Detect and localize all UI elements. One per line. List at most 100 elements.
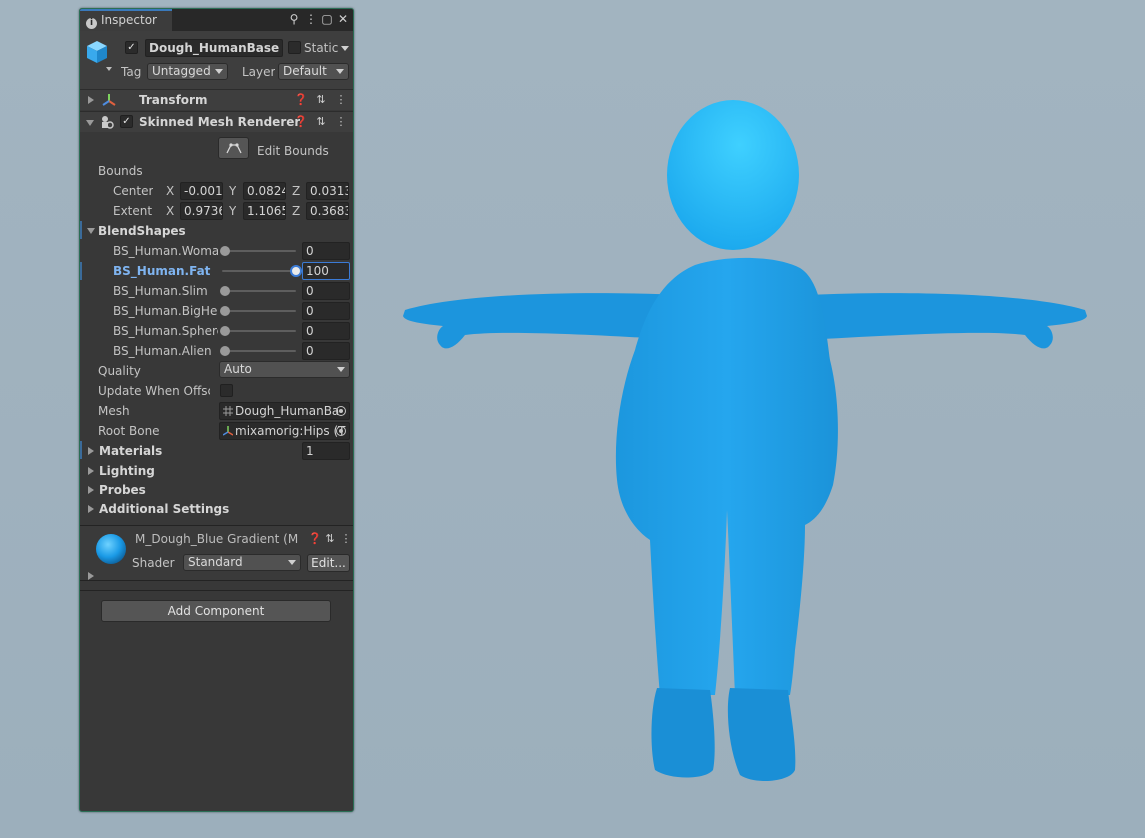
preset-settings-icon[interactable]: ⇅ xyxy=(324,533,336,545)
blendshape-label: BS_Human.Fat xyxy=(113,264,211,278)
layer-dropdown[interactable]: Default xyxy=(278,63,349,80)
bounds-label: Bounds xyxy=(98,164,143,178)
material-sphere-icon[interactable] xyxy=(95,533,127,565)
root-bone-value: mixamorig:Hips (T xyxy=(235,424,346,438)
add-component-button[interactable]: Add Component xyxy=(101,600,331,622)
mesh-icon xyxy=(223,406,233,416)
center-y-field[interactable]: 0.0824 xyxy=(243,182,286,200)
shader-edit-button[interactable]: Edit... xyxy=(307,554,350,572)
blendshape-slider-thumb[interactable] xyxy=(290,265,302,277)
blendshape-value-field[interactable]: 0 xyxy=(302,342,350,360)
blendshape-slider-thumb[interactable] xyxy=(220,286,230,296)
blendshape-slider-track[interactable] xyxy=(222,310,296,312)
blendshape-value-field[interactable]: 0 xyxy=(302,302,350,320)
skinned-mesh-renderer-header[interactable]: ✓ Skinned Mesh Renderer ❓ ⇅ ⋮ xyxy=(80,111,353,132)
modified-indicator xyxy=(80,441,82,459)
edit-bounds-label[interactable]: Edit Bounds xyxy=(257,143,329,159)
close-icon[interactable]: ✕ xyxy=(336,12,350,26)
smr-foldout-arrow[interactable] xyxy=(86,120,94,126)
blendshape-slider-thumb[interactable] xyxy=(220,306,230,316)
extent-y-label[interactable]: Y xyxy=(229,203,236,219)
inspector-tab-bar: i Inspector ⚲ ⋮ ▢ ✕ xyxy=(80,9,353,31)
quality-dropdown[interactable]: Auto xyxy=(219,361,350,378)
blendshape-slider-thumb[interactable] xyxy=(220,326,230,336)
blendshapes-label[interactable]: BlendShapes xyxy=(98,223,186,239)
lighting-foldout-arrow[interactable] xyxy=(88,467,94,475)
extent-x-field[interactable]: 0.9736 xyxy=(180,202,223,220)
component-menu-icon[interactable]: ⋮ xyxy=(335,116,347,128)
extent-y-field[interactable]: 1.1065 xyxy=(243,202,286,220)
blendshape-value-field[interactable]: 0 xyxy=(302,242,350,260)
object-name-input[interactable]: Dough_HumanBase xyxy=(145,39,283,57)
static-label[interactable]: Static xyxy=(304,40,338,56)
update-offscreen-label: Update When Offscre xyxy=(98,384,210,398)
update-offscreen-checkbox[interactable] xyxy=(220,384,233,397)
additional-settings-label[interactable]: Additional Settings xyxy=(99,501,229,517)
quality-label: Quality xyxy=(98,364,141,378)
blendshape-slider-track[interactable] xyxy=(222,330,296,332)
quality-value: Auto xyxy=(224,362,252,376)
extent-z-field[interactable]: 0.3683 xyxy=(306,202,349,220)
center-x-field[interactable]: -0.001 xyxy=(180,182,223,200)
blendshape-value-field[interactable]: 0 xyxy=(302,282,350,300)
extent-x-label[interactable]: X xyxy=(166,203,174,219)
blendshapes-foldout-arrow[interactable] xyxy=(87,228,95,234)
help-icon[interactable]: ❓ xyxy=(294,94,308,106)
preset-settings-icon[interactable]: ⇅ xyxy=(315,94,327,106)
active-checkbox[interactable]: ✓ xyxy=(125,41,138,54)
material-header: M_Dough_Blue Gradient (M ❓ ⇅ ⋮ Shader St… xyxy=(80,526,353,580)
blendshape-label: BS_Human.BigHea xyxy=(113,304,218,318)
blendshape-label: BS_Human.Slim xyxy=(113,284,208,298)
mesh-value: Dough_HumanBa xyxy=(235,404,340,418)
blendshape-slider-thumb[interactable] xyxy=(220,346,230,356)
blendshape-slider-track[interactable] xyxy=(222,350,296,352)
lock-icon[interactable]: ⚲ xyxy=(287,12,301,26)
blendshape-value-field[interactable]: 100 xyxy=(302,262,350,280)
center-z-label[interactable]: Z xyxy=(292,183,300,199)
blendshape-slider-track[interactable] xyxy=(222,270,296,272)
object-picker-icon[interactable] xyxy=(336,426,346,436)
blendshape-slider-track[interactable] xyxy=(222,250,296,252)
material-foldout-arrow[interactable] xyxy=(88,572,94,580)
blendshape-value-field[interactable]: 0 xyxy=(302,322,350,340)
icon-dropdown-arrow[interactable] xyxy=(106,67,112,71)
shader-dropdown[interactable]: Standard xyxy=(183,554,301,571)
component-menu-icon[interactable]: ⋮ xyxy=(335,94,347,106)
materials-label[interactable]: Materials xyxy=(99,443,162,459)
blendshape-label: BS_Human.Sphere xyxy=(113,324,218,338)
tab-inspector[interactable]: i Inspector xyxy=(80,9,172,31)
mesh-object-field[interactable]: Dough_HumanBa xyxy=(219,402,350,420)
blendshape-slider-track[interactable] xyxy=(222,290,296,292)
object-picker-icon[interactable] xyxy=(336,406,346,416)
center-y-label[interactable]: Y xyxy=(229,183,236,199)
gameobject-cube-icon[interactable] xyxy=(86,40,108,64)
materials-foldout-arrow[interactable] xyxy=(88,447,94,455)
lighting-label[interactable]: Lighting xyxy=(99,463,155,479)
additional-settings-foldout-arrow[interactable] xyxy=(88,505,94,513)
static-checkbox[interactable] xyxy=(288,41,301,54)
root-bone-object-field[interactable]: mixamorig:Hips (T xyxy=(219,422,350,440)
maximize-icon[interactable]: ▢ xyxy=(320,12,334,26)
layer-label: Layer xyxy=(242,65,276,79)
transform-foldout-arrow[interactable] xyxy=(88,96,94,104)
skinned-mesh-renderer-icon xyxy=(102,116,114,129)
transform-component-header[interactable]: Transform ❓ ⇅ ⋮ xyxy=(80,89,353,110)
tag-dropdown[interactable]: Untagged xyxy=(147,63,228,80)
probes-foldout-arrow[interactable] xyxy=(88,486,94,494)
transform-icon xyxy=(102,94,116,106)
edit-bounds-button[interactable] xyxy=(218,137,249,159)
center-z-field[interactable]: 0.0313 xyxy=(306,182,349,200)
smr-enabled-checkbox[interactable]: ✓ xyxy=(120,115,133,128)
extent-z-label[interactable]: Z xyxy=(292,203,300,219)
probes-label[interactable]: Probes xyxy=(99,482,146,498)
more-options-icon[interactable]: ⋮ xyxy=(304,12,318,26)
static-dropdown-arrow[interactable] xyxy=(341,46,349,51)
materials-count-field[interactable]: 1 xyxy=(302,442,350,460)
center-x-label[interactable]: X xyxy=(166,183,174,199)
blendshape-slider-thumb[interactable] xyxy=(220,246,230,256)
preset-settings-icon[interactable]: ⇅ xyxy=(315,116,327,128)
help-icon[interactable]: ❓ xyxy=(308,533,322,545)
component-menu-icon[interactable]: ⋮ xyxy=(340,533,352,545)
dough-human-character[interactable] xyxy=(395,90,1095,800)
help-icon[interactable]: ❓ xyxy=(294,116,308,128)
